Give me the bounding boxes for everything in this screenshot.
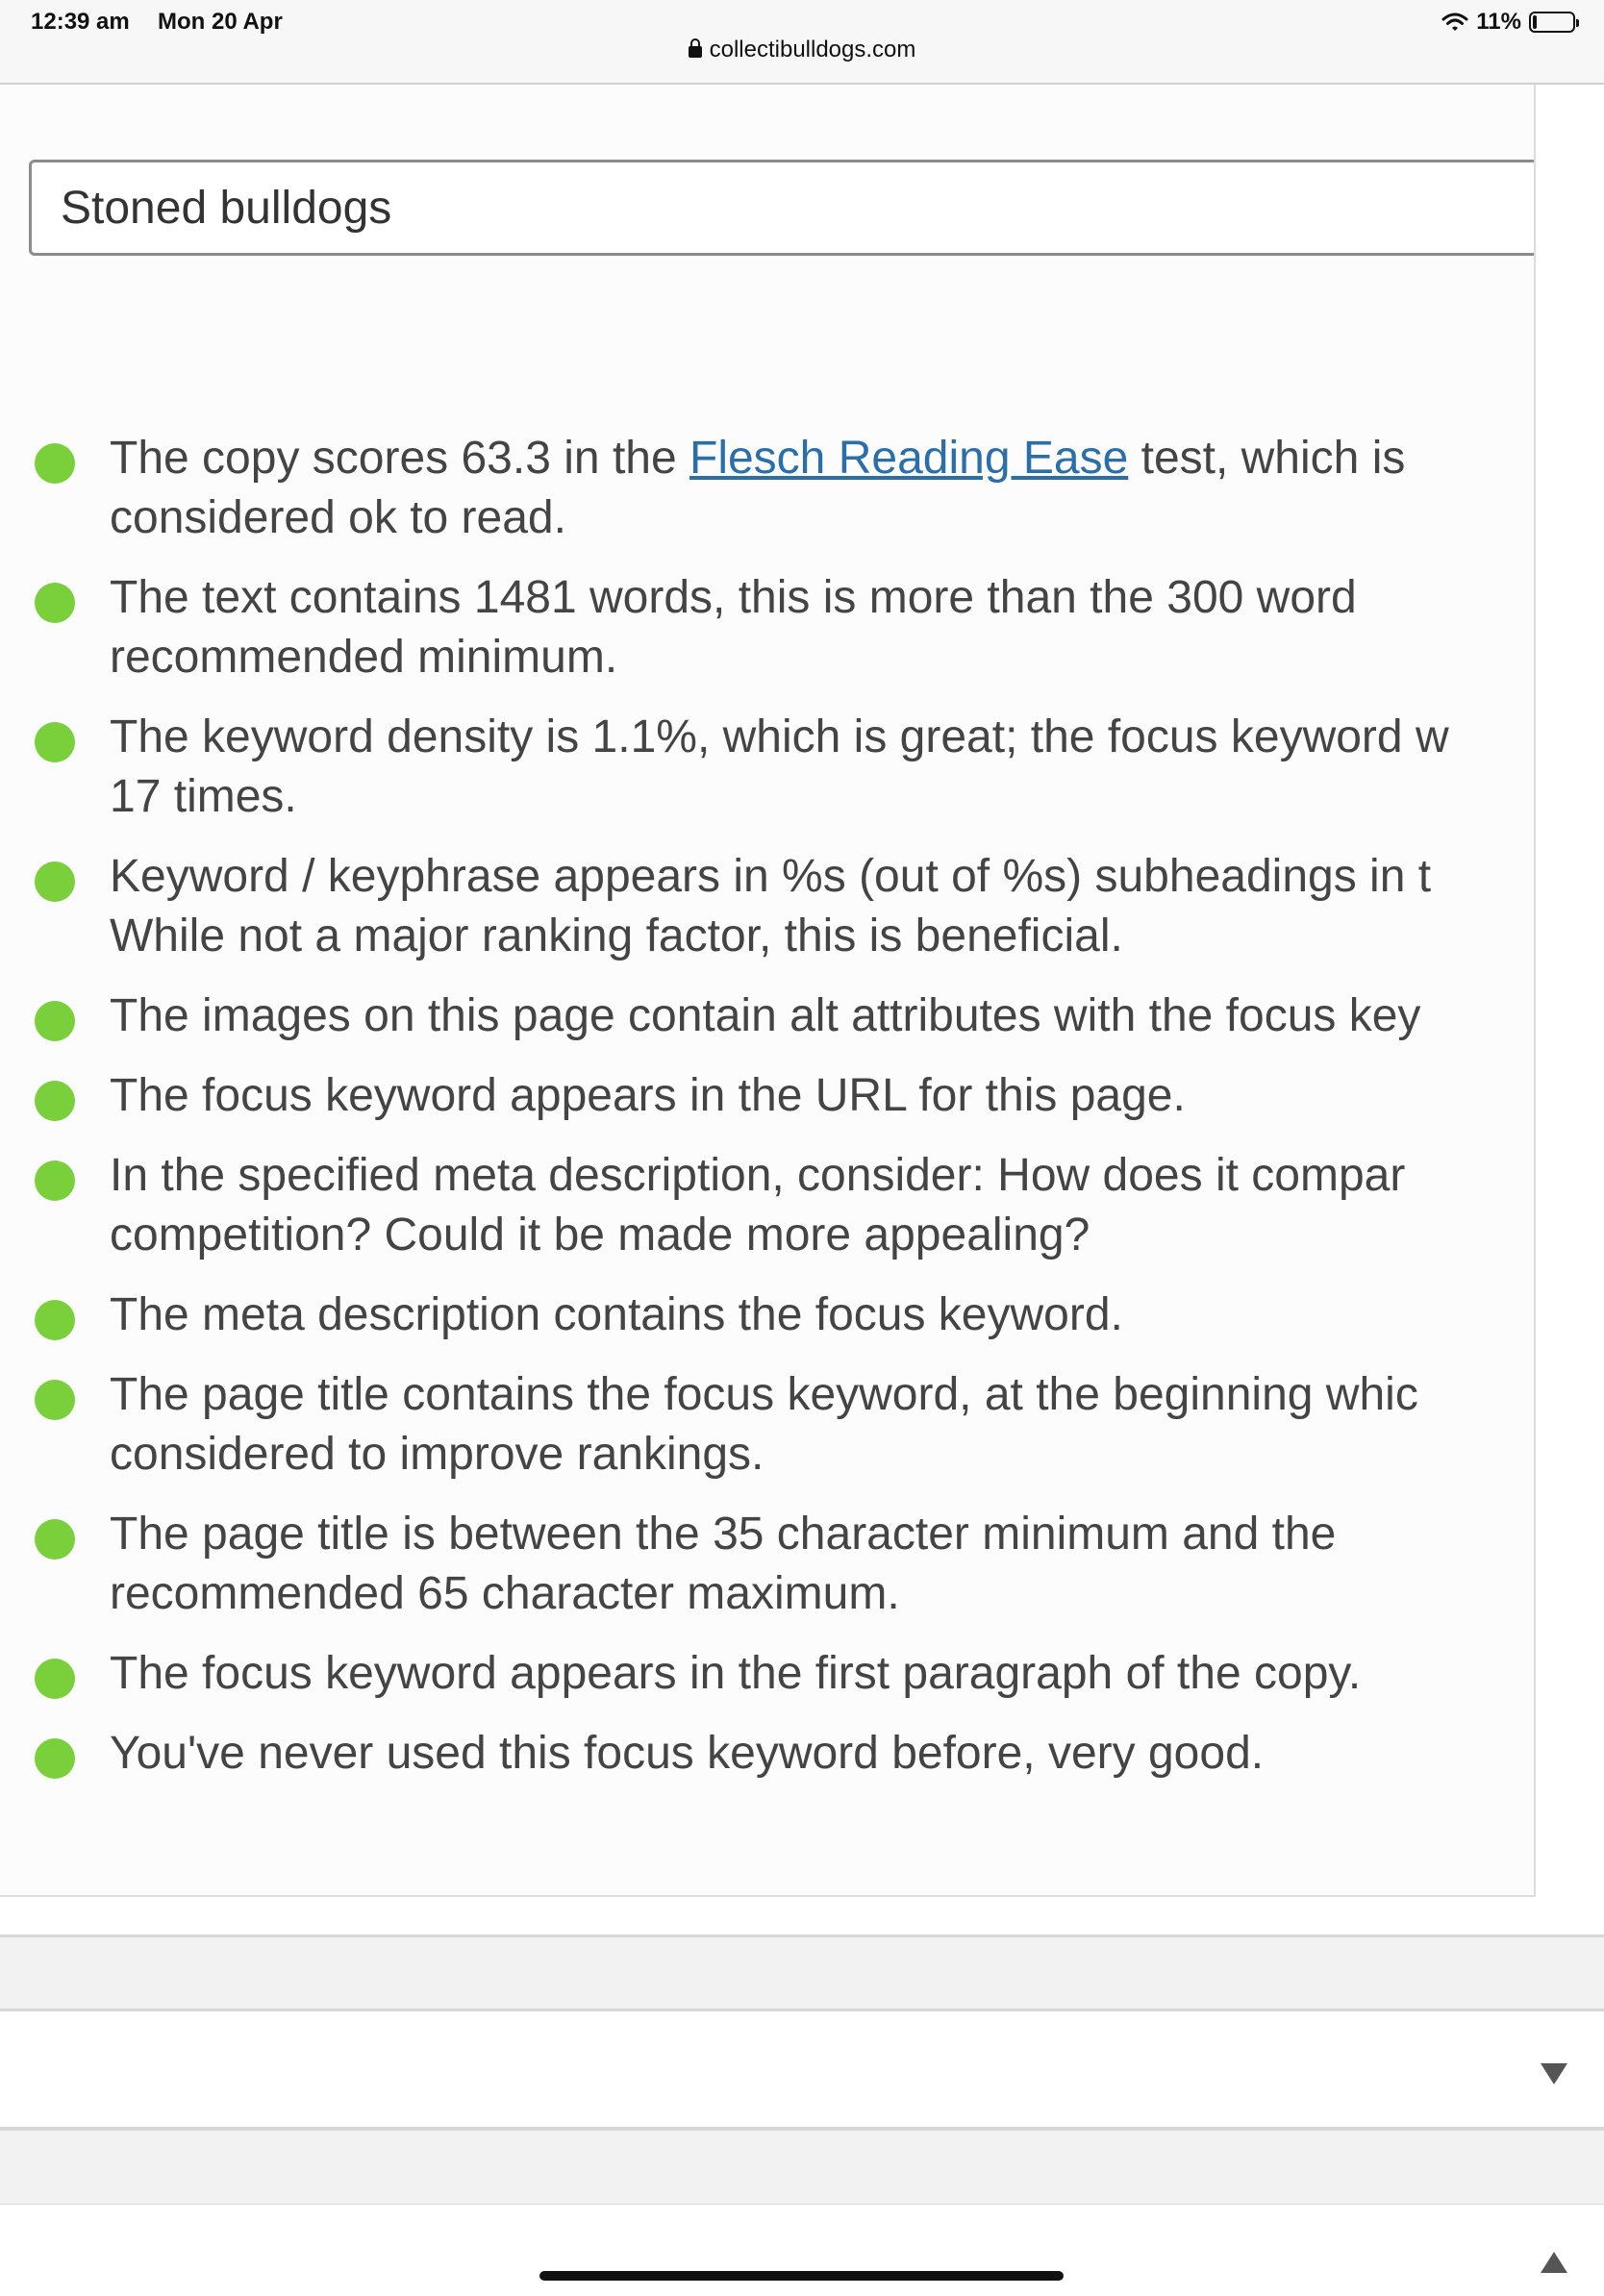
status-good-icon	[35, 722, 75, 762]
analysis-result: The page title contains the focus keywor…	[0, 1365, 1529, 1485]
status-good-icon	[35, 1380, 75, 1420]
battery-level	[1533, 15, 1537, 29]
status-good-icon	[35, 1738, 75, 1779]
analysis-result: The focus keyword appears in the URL for…	[0, 1066, 1529, 1126]
address-bar[interactable]: collectibulldogs.com	[0, 37, 1604, 63]
accordion-section[interactable]	[0, 2011, 1604, 2127]
accordion-section[interactable]	[0, 2205, 1604, 2296]
analysis-result: The copy scores 63.3 in the Flesch Readi…	[0, 429, 1529, 548]
analysis-result: In the specified meta description, consi…	[0, 1146, 1529, 1265]
status-good-icon	[35, 861, 75, 902]
status-indicators: 11%	[1441, 8, 1579, 37]
status-good-icon	[35, 1300, 75, 1340]
result-text: The focus keyword appears in the URL for…	[110, 1070, 1186, 1121]
result-text: The images on this page contain alt attr…	[110, 990, 1421, 1041]
status-time: 12:39 am	[31, 9, 130, 35]
focus-keyword-input[interactable]	[29, 160, 1534, 256]
status-good-icon	[35, 1160, 75, 1201]
analysis-result: The images on this page contain alt attr…	[0, 986, 1529, 1046]
address-domain[interactable]: collectibulldogs.com	[710, 37, 916, 62]
result-text: Keyword / keyphrase appears in %s (out o…	[110, 851, 1432, 961]
result-text: The page title is between the 35 charact…	[110, 1509, 1337, 1619]
analysis-result: The focus keyword appears in the first p…	[0, 1644, 1529, 1704]
analysis-result: The text contains 1481 words, this is mo…	[0, 568, 1529, 687]
battery-percent: 11%	[1476, 9, 1521, 35]
result-text: The keyword density is 1.1%, which is gr…	[110, 711, 1449, 822]
result-text: The text contains 1481 words, this is mo…	[110, 572, 1357, 683]
caret-down-icon[interactable]	[1541, 2063, 1567, 2084]
analysis-result: Keyword / keyphrase appears in %s (out o…	[0, 847, 1529, 966]
status-date: Mon 20 Apr	[158, 9, 283, 35]
status-good-icon	[35, 1001, 75, 1041]
result-text: You've never used this focus keyword bef…	[110, 1728, 1265, 1779]
analysis-results-list: The copy scores 63.3 in the Flesch Readi…	[0, 429, 1529, 1804]
status-bar: 12:39 am Mon 20 Apr 11% collectibulldogs…	[0, 0, 1604, 85]
lock-icon	[688, 38, 702, 58]
analysis-result: You've never used this focus keyword bef…	[0, 1724, 1529, 1784]
section-divider	[0, 2127, 1604, 2207]
status-good-icon	[35, 583, 75, 623]
status-good-icon	[35, 443, 75, 484]
status-good-icon	[35, 1659, 75, 1699]
caret-up-icon[interactable]	[1541, 2252, 1567, 2273]
analysis-result: The keyword density is 1.1%, which is gr…	[0, 708, 1529, 827]
status-good-icon	[35, 1081, 75, 1121]
section-divider	[0, 1934, 1604, 2011]
status-good-icon	[35, 1519, 75, 1560]
analysis-result: The page title is between the 35 charact…	[0, 1505, 1529, 1624]
wifi-icon	[1441, 12, 1468, 31]
battery-icon	[1529, 12, 1579, 33]
page: 12:39 am Mon 20 Apr 11% collectibulldogs…	[0, 0, 1604, 2296]
result-text: In the specified meta description, consi…	[110, 1150, 1406, 1260]
home-indicator[interactable]	[539, 2271, 1064, 2281]
result-text-before: The copy scores 63.3 in the	[110, 433, 689, 484]
result-text: The meta description contains the focus …	[110, 1289, 1123, 1340]
seo-analysis-panel: The copy scores 63.3 in the Flesch Readi…	[0, 85, 1536, 1897]
result-text: The page title contains the focus keywor…	[110, 1369, 1418, 1480]
analysis-result: The meta description contains the focus …	[0, 1285, 1529, 1345]
flesch-reading-ease-link[interactable]: Flesch Reading Ease	[689, 433, 1128, 484]
result-text: The focus keyword appears in the first p…	[110, 1648, 1362, 1699]
